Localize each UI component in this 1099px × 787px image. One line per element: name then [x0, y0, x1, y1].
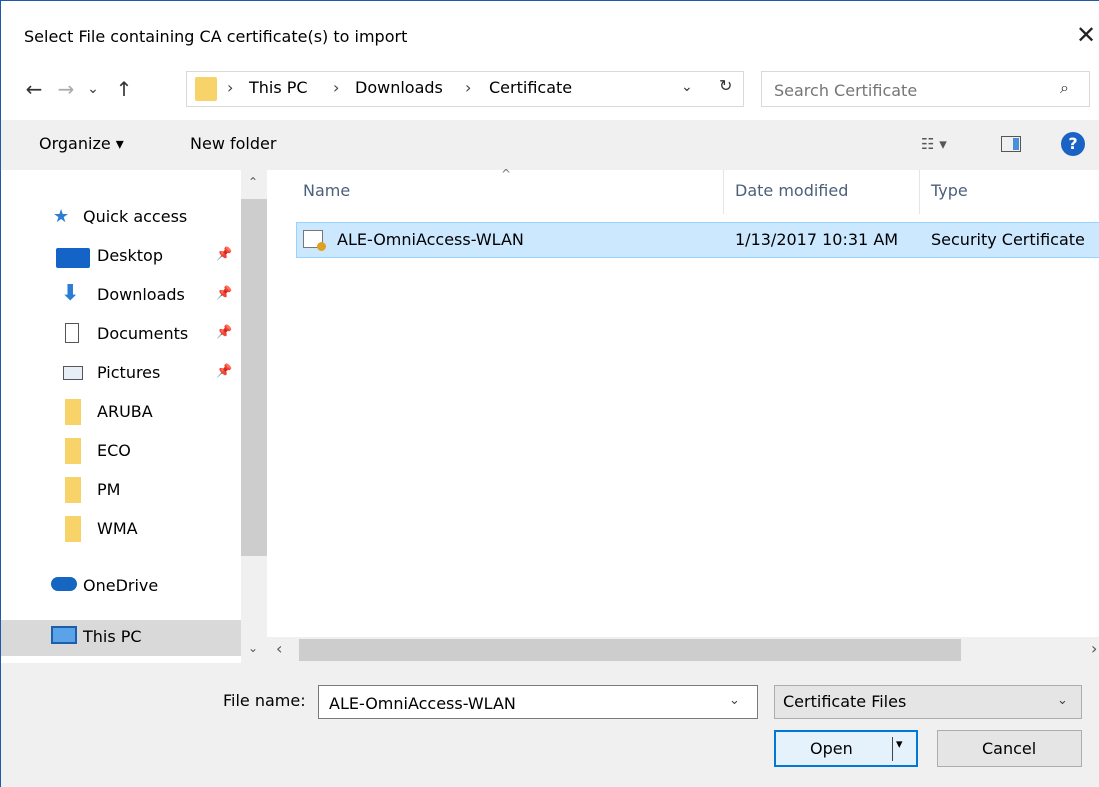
close-icon[interactable]: ✕	[1071, 17, 1099, 53]
search-icon[interactable]: ⌕	[1060, 78, 1069, 98]
folder-icon	[65, 399, 81, 425]
cancel-button[interactable]: Cancel	[937, 730, 1082, 767]
sidebar-item-label: ARUBA	[97, 402, 153, 421]
chevron-down-icon[interactable]: ⌄	[1057, 693, 1068, 708]
sort-ascending-icon: ^	[501, 167, 512, 181]
column-header-date-modified[interactable]: Date modified	[735, 181, 848, 200]
help-icon[interactable]: ?	[1061, 132, 1085, 156]
cancel-button-label: Cancel	[982, 739, 1037, 758]
sidebar-item-label: Quick access	[83, 207, 188, 226]
open-button[interactable]: Open ▾	[774, 730, 918, 767]
sidebar-scrollbar-thumb[interactable]	[241, 199, 267, 556]
column-header-name[interactable]: Name	[303, 181, 350, 200]
computer-icon	[51, 626, 77, 644]
sidebar-item-this-pc[interactable]: This PC	[1, 620, 241, 656]
dialog-footer	[1, 663, 1099, 787]
sidebar-item-eco[interactable]: ECO	[1, 434, 241, 470]
sidebar-item-label: Pictures	[97, 363, 161, 382]
folder-icon	[195, 77, 217, 101]
pin-icon: 📌	[216, 247, 233, 262]
file-open-dialog: Select File containing CA certificate(s)…	[0, 0, 1099, 787]
folder-icon	[65, 477, 81, 503]
desktop-icon	[56, 248, 90, 268]
sidebar-item-aruba[interactable]: ARUBA	[1, 395, 241, 431]
address-dropdown-icon[interactable]: ⌄	[681, 79, 693, 95]
column-divider[interactable]	[723, 170, 724, 214]
folder-icon	[65, 516, 81, 542]
forward-button[interactable]: →	[53, 74, 79, 104]
search-box[interactable]: ⌕	[761, 71, 1090, 107]
sidebar-item-onedrive[interactable]: OneDrive	[1, 569, 241, 605]
preview-pane-icon[interactable]	[1001, 136, 1021, 152]
sidebar-item-label: OneDrive	[83, 576, 159, 595]
open-button-label: Open	[810, 739, 853, 758]
split-divider	[892, 737, 893, 761]
scroll-up-icon[interactable]: ⌃	[248, 175, 258, 189]
column-divider[interactable]	[919, 170, 920, 214]
file-type-value: Certificate Files	[783, 692, 907, 711]
search-input[interactable]	[772, 76, 1046, 104]
breadcrumb-certificate[interactable]: Certificate	[489, 78, 572, 97]
file-name: ALE-OmniAccess-WLAN	[337, 230, 524, 249]
pin-icon: 📌	[216, 286, 233, 301]
file-name-label: File name:	[223, 691, 306, 710]
horizontal-scrollbar-thumb[interactable]	[299, 639, 961, 661]
organize-button[interactable]: Organize ▾	[39, 134, 124, 153]
view-options-icon[interactable]: ☷ ▾	[921, 135, 947, 153]
sidebar-item-label: ECO	[97, 441, 131, 460]
sidebar-item-documents[interactable]: Documents 📌	[1, 317, 241, 353]
up-button[interactable]: ↑	[111, 74, 137, 104]
sidebar-item-downloads[interactable]: ⬇ Downloads 📌	[1, 278, 241, 314]
sidebar-item-label: WMA	[97, 519, 138, 538]
title-bar: Select File containing CA certificate(s)…	[1, 1, 1099, 69]
star-icon: ★	[53, 206, 70, 227]
pin-icon: 📌	[216, 325, 233, 340]
sidebar-item-quick-access[interactable]: ★ Quick access	[1, 200, 241, 236]
recent-locations-button[interactable]: ⌄	[83, 74, 103, 104]
breadcrumb-separator: ›	[227, 78, 234, 97]
file-date-modified: 1/13/2017 10:31 AM	[735, 230, 899, 249]
file-row[interactable]: ALE-OmniAccess-WLAN 1/13/2017 10:31 AM S…	[296, 222, 1099, 258]
folder-icon	[65, 438, 81, 464]
sidebar-item-wma[interactable]: WMA	[1, 512, 241, 548]
sidebar-item-desktop[interactable]: Desktop 📌	[1, 239, 241, 275]
chevron-down-icon[interactable]: ⌄	[729, 693, 740, 708]
file-type-select[interactable]: Certificate Files ⌄	[774, 685, 1082, 719]
download-icon: ⬇	[61, 281, 80, 306]
column-header-type[interactable]: Type	[931, 181, 968, 200]
sidebar-item-pictures[interactable]: Pictures 📌	[1, 356, 241, 392]
sidebar-item-label: Desktop	[97, 246, 163, 265]
pin-icon: 📌	[216, 364, 233, 379]
scroll-down-icon[interactable]: ⌄	[248, 641, 258, 655]
command-toolbar: Organize ▾ New folder ☷ ▾ ?	[1, 120, 1099, 170]
breadcrumb-downloads[interactable]: Downloads	[355, 78, 443, 97]
address-bar[interactable]: › This PC › Downloads › Certificate	[186, 71, 744, 107]
back-button[interactable]: ←	[21, 74, 47, 104]
file-name-input[interactable]	[327, 690, 721, 716]
breadcrumb-this-pc[interactable]: This PC	[249, 78, 308, 97]
breadcrumb-separator: ›	[465, 78, 472, 97]
document-icon	[65, 323, 79, 343]
dialog-title: Select File containing CA certificate(s)…	[24, 27, 408, 46]
breadcrumb-separator: ›	[333, 78, 340, 97]
sidebar-item-pm[interactable]: PM	[1, 473, 241, 509]
new-folder-button[interactable]: New folder	[190, 134, 276, 153]
open-options-dropdown-icon[interactable]: ▾	[896, 737, 903, 752]
sidebar-item-label: This PC	[83, 627, 142, 646]
scroll-left-icon[interactable]: ‹	[276, 639, 282, 658]
certificate-icon	[303, 230, 326, 251]
sidebar-item-label: Downloads	[97, 285, 185, 304]
file-name-combobox[interactable]: ⌄	[318, 685, 758, 719]
file-type: Security Certificate	[931, 230, 1085, 249]
scroll-right-icon[interactable]: ›	[1091, 639, 1097, 658]
navigation-pane: ★ Quick access Desktop 📌 ⬇ Downloads 📌 D…	[1, 170, 267, 663]
pictures-icon	[63, 366, 83, 380]
sidebar-item-label: PM	[97, 480, 121, 499]
cloud-icon	[51, 577, 77, 591]
refresh-icon[interactable]: ↻	[719, 76, 732, 95]
sidebar-item-label: Documents	[97, 324, 189, 343]
